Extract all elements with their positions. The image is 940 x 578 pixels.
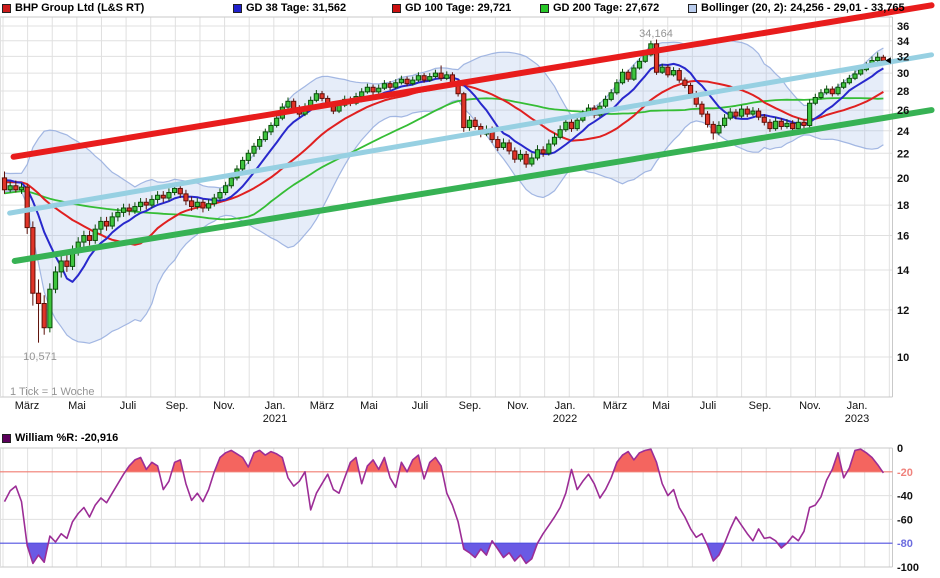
legend-label-gd100: GD 100 Tage: 29,721 [405,2,511,14]
legend-label-gd200: GD 200 Tage: 27,672 [553,2,659,14]
svg-text:28: 28 [897,86,909,98]
svg-text:Jan.: Jan. [265,400,286,412]
low-annotation: 10,571 [23,351,57,363]
legend-item-price: BHP Group Ltd (L&S RT) [2,2,144,14]
stock-chart-app: 34,164 10,571 1 Tick = 1 Woche 36 34 32 30 28 26… [0,0,940,578]
gd38-swatch-icon [233,4,242,13]
svg-text:Nov.: Nov. [799,400,821,412]
svg-text:Nov.: Nov. [213,400,235,412]
legend-item-gd38: GD 38 Tage: 31,562 [233,2,346,14]
high-annotation: 34,164 [639,28,673,40]
svg-text:36: 36 [897,21,909,33]
price-series-swatch-icon [2,4,11,13]
svg-text:Mai: Mai [68,400,86,412]
svg-text:Jan.: Jan. [847,400,868,412]
legend-item-gd200: GD 200 Tage: 27,672 [540,2,659,14]
svg-text:Mai: Mai [652,400,670,412]
svg-text:-60: -60 [897,514,913,526]
svg-text:18: 18 [897,200,909,212]
tick-note: 1 Tick = 1 Woche [10,386,94,398]
svg-text:2021: 2021 [263,413,287,425]
svg-text:22: 22 [897,148,909,160]
svg-text:14: 14 [897,265,910,277]
svg-text:-40: -40 [897,491,913,503]
svg-text:-20: -20 [897,467,913,479]
svg-text:Sep.: Sep. [459,400,482,412]
svg-text:0: 0 [897,443,903,455]
svg-text:Juli: Juli [412,400,429,412]
svg-text:34: 34 [897,36,910,48]
svg-text:32: 32 [897,51,909,63]
legend-label-bollinger: Bollinger (20, 2): 24,256 - 29,01 - 33,7… [701,2,905,14]
svg-text:Sep.: Sep. [166,400,189,412]
williams-swatch-icon [2,434,11,443]
price-axis: 36 34 32 30 28 26 24 22 20 18 16 14 12 10 [897,21,910,364]
svg-text:Juli: Juli [120,400,137,412]
svg-text:Nov.: Nov. [507,400,529,412]
wr-overbought-fill [5,449,884,563]
legend-label-price: BHP Group Ltd (L&S RT) [15,2,144,14]
legend-label-gd38: GD 38 Tage: 31,562 [246,2,346,14]
williams-legend: William %R: -20,916 [2,432,118,444]
svg-text:-80: -80 [897,538,913,550]
gd200-swatch-icon [540,4,549,13]
legend-label-williams: William %R: -20,916 [15,432,118,444]
legend-item-bollinger: Bollinger (20, 2): 24,256 - 29,01 - 33,7… [688,2,905,14]
bollinger-swatch-icon [688,4,697,13]
svg-text:März: März [603,400,627,412]
svg-text:Sep.: Sep. [749,400,772,412]
svg-text:26: 26 [897,105,909,117]
wr-axis: 0 -20 -40 -60 -80 -100 [897,443,919,574]
svg-text:24: 24 [897,126,910,138]
svg-text:Jan.: Jan. [555,400,576,412]
svg-text:März: März [15,400,39,412]
svg-text:30: 30 [897,68,909,80]
svg-text:20: 20 [897,173,909,185]
svg-text:Mai: Mai [360,400,378,412]
svg-text:Juli: Juli [700,400,717,412]
chart-canvas[interactable]: 34,164 10,571 1 Tick = 1 Woche 36 34 32 30 28 26… [0,0,940,578]
gd100-swatch-icon [392,4,401,13]
svg-text:März: März [310,400,334,412]
svg-text:2022: 2022 [553,413,577,425]
svg-text:12: 12 [897,305,909,317]
svg-text:-100: -100 [897,562,919,574]
time-axis: MärzMaiJuliSep.Nov.Jan.2021MärzMaiJuliSe… [15,400,869,425]
svg-text:10: 10 [897,352,909,364]
svg-text:16: 16 [897,231,909,243]
svg-text:2023: 2023 [845,413,869,425]
legend-item-gd100: GD 100 Tage: 29,721 [392,2,511,14]
